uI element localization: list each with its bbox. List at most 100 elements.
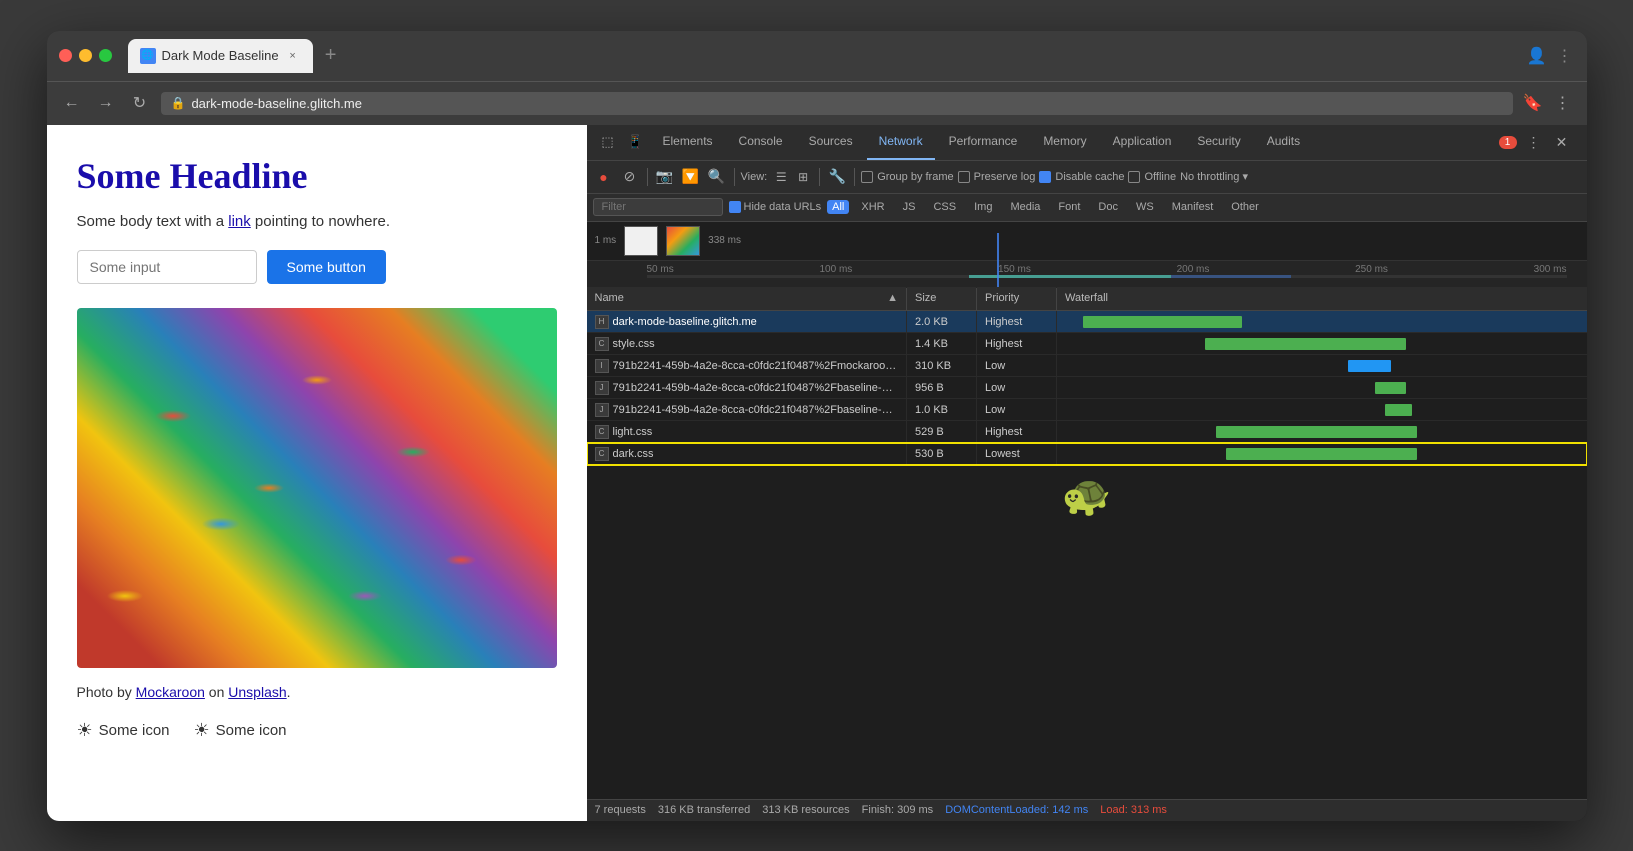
waterfall-cell <box>1057 355 1587 377</box>
devtools-filter: Hide data URLs All XHR JS CSS Img Media … <box>587 193 1587 221</box>
tab-sources[interactable]: Sources <box>797 125 865 161</box>
bookmark-icon[interactable]: 🔖 <box>1521 91 1545 115</box>
row-priority: Low <box>977 399 1057 421</box>
table-row[interactable]: C dark.css 530 B Lowest <box>587 443 1587 465</box>
maximize-button[interactable] <box>99 49 112 62</box>
disable-cache-checkbox[interactable]: Disable cache <box>1039 171 1124 183</box>
manifest-filter-btn[interactable]: Manifest <box>1166 200 1220 214</box>
view-label: View: <box>741 171 768 183</box>
status-resources: 313 KB resources <box>762 804 849 816</box>
hide-data-urls-checkbox[interactable]: Hide data URLs <box>729 201 822 213</box>
ws-filter-btn[interactable]: WS <box>1130 200 1160 214</box>
js-filter-btn[interactable]: JS <box>897 200 922 214</box>
waterfall-btn[interactable]: 🔧 <box>826 166 848 188</box>
photo-credit-unsplash[interactable]: Unsplash <box>228 684 286 700</box>
tab-performance[interactable]: Performance <box>937 125 1030 161</box>
status-domcontentloaded[interactable]: DOMContentLoaded: 142 ms <box>945 804 1088 816</box>
col-size[interactable]: Size <box>907 287 977 311</box>
inspector-icon[interactable]: ⬚ <box>595 129 621 155</box>
group-by-frame-cb[interactable] <box>861 171 873 183</box>
back-button[interactable]: ← <box>59 90 85 116</box>
view-details-button[interactable]: ⊞ <box>793 167 813 187</box>
profile-icon[interactable]: 👤 <box>1527 46 1547 66</box>
preserve-log-checkbox[interactable]: Preserve log <box>958 171 1036 183</box>
tab-audits[interactable]: Audits <box>1255 125 1312 161</box>
timeline-bar-track <box>647 275 1567 278</box>
filter-button[interactable]: 🔽 <box>680 166 702 188</box>
tab-close-button[interactable]: × <box>285 48 301 64</box>
font-filter-btn[interactable]: Font <box>1052 200 1086 214</box>
waterfall-bar <box>1083 316 1242 328</box>
search-button[interactable]: 🔍 <box>706 166 728 188</box>
resource-name: dark-mode-baseline.glitch.me <box>613 316 757 328</box>
forward-button[interactable]: → <box>93 90 119 116</box>
devtools-network[interactable]: Name ▲ Size Priority Waterfall H <box>587 287 1587 799</box>
devtools-close-icon[interactable]: ✕ <box>1551 131 1573 153</box>
page-headline: Some Headline <box>77 155 557 197</box>
tab-network[interactable]: Network <box>867 125 935 161</box>
reload-button[interactable]: ↻ <box>127 90 153 116</box>
status-load[interactable]: Load: 313 ms <box>1100 804 1167 816</box>
tab-memory[interactable]: Memory <box>1031 125 1098 161</box>
photo-credit-mockaroon[interactable]: Mockaroon <box>136 684 205 700</box>
record-button[interactable]: ● <box>593 166 615 188</box>
tab-application[interactable]: Application <box>1101 125 1184 161</box>
some-input[interactable] <box>77 250 257 284</box>
group-by-frame-checkbox[interactable]: Group by frame <box>861 171 953 183</box>
hide-data-urls-cb[interactable] <box>729 201 741 213</box>
table-row[interactable]: H dark-mode-baseline.glitch.me 2.0 KB Hi… <box>587 311 1587 333</box>
resource-name: dark.css <box>613 448 654 460</box>
timeline-bar-secondary <box>969 275 1291 278</box>
offline-checkbox[interactable]: Offline <box>1128 171 1176 183</box>
disable-cache-cb[interactable] <box>1039 171 1051 183</box>
tab-console[interactable]: Console <box>727 125 795 161</box>
new-tab-button[interactable]: + <box>317 42 345 70</box>
img-filter-btn[interactable]: Img <box>968 200 998 214</box>
row-size: 956 B <box>907 377 977 399</box>
timeline-cursor <box>997 261 999 288</box>
waterfall-bar <box>1205 338 1406 350</box>
icon-label-1: Some icon <box>99 722 170 739</box>
css-filter-btn[interactable]: CSS <box>927 200 962 214</box>
more-icon[interactable]: ⋮ <box>1555 46 1575 66</box>
resource-name: 791b2241-459b-4a2e-8cca-c0fdc21f0487%2Fb… <box>613 404 899 416</box>
clear-button[interactable]: ⊘ <box>619 166 641 188</box>
devtools-status: 7 requests 316 KB transferred 313 KB res… <box>587 799 1587 821</box>
preserve-log-cb[interactable] <box>958 171 970 183</box>
address-input[interactable]: 🔒 dark-mode-baseline.glitch.me <box>161 92 1513 115</box>
some-button[interactable]: Some button <box>267 250 386 284</box>
all-filter-btn[interactable]: All <box>827 200 849 214</box>
col-name[interactable]: Name ▲ <box>587 287 907 311</box>
throttle-selector[interactable]: No throttling ▾ <box>1180 170 1248 183</box>
col-waterfall[interactable]: Waterfall <box>1057 287 1587 311</box>
view-list-button[interactable]: ☰ <box>771 167 791 187</box>
table-row[interactable]: J 791b2241-459b-4a2e-8cca-c0fdc21f0487%2… <box>587 399 1587 421</box>
tab-elements[interactable]: Elements <box>651 125 725 161</box>
col-priority[interactable]: Priority <box>977 287 1057 311</box>
xhr-filter-btn[interactable]: XHR <box>855 200 890 214</box>
devtools-toolbar: ● ⊘ 📷 🔽 🔍 View: ☰ ⊞ 🔧 <box>587 161 1587 193</box>
close-button[interactable] <box>59 49 72 62</box>
offline-cb[interactable] <box>1128 171 1140 183</box>
doc-filter-btn[interactable]: Doc <box>1092 200 1124 214</box>
table-row[interactable]: C style.css 1.4 KB Highest <box>587 333 1587 355</box>
devtools-timeline[interactable]: 1 ms 338 ms 50 ms 100 ms 150 ms 200 ms 2… <box>587 222 1587 287</box>
table-row[interactable]: J 791b2241-459b-4a2e-8cca-c0fdc21f0487%2… <box>587 377 1587 399</box>
table-row[interactable]: C light.css 529 B Highest <box>587 421 1587 443</box>
mobile-icon[interactable]: 📱 <box>623 129 649 155</box>
table-row[interactable]: I 791b2241-459b-4a2e-8cca-c0fdc21f0487%2… <box>587 355 1587 377</box>
minimize-button[interactable] <box>79 49 92 62</box>
error-badge: 1 <box>1499 136 1517 149</box>
waterfall-cell <box>1057 333 1587 355</box>
menu-icon[interactable]: ⋮ <box>1551 91 1575 115</box>
devtools-more-icon[interactable]: ⋮ <box>1523 131 1545 153</box>
tab-security[interactable]: Security <box>1185 125 1252 161</box>
media-filter-btn[interactable]: Media <box>1004 200 1046 214</box>
page-link[interactable]: link <box>228 213 251 230</box>
active-tab[interactable]: 🌐 Dark Mode Baseline × <box>128 39 313 73</box>
candy-image-inner <box>77 308 557 668</box>
other-filter-btn[interactable]: Other <box>1225 200 1265 214</box>
waterfall-bar <box>1348 360 1390 372</box>
filter-input[interactable] <box>593 198 723 216</box>
capture-screenshot-button[interactable]: 📷 <box>654 166 676 188</box>
